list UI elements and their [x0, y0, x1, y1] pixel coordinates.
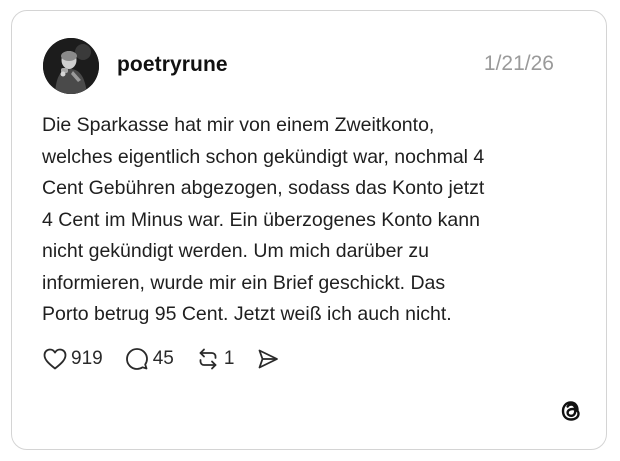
username[interactable]: poetryrune	[117, 53, 228, 77]
speech-bubble-icon	[125, 348, 148, 370]
reply-button[interactable]: 45	[125, 347, 174, 371]
like-button[interactable]: 919	[43, 348, 103, 370]
like-count: 919	[71, 348, 103, 369]
threads-logo-icon[interactable]	[556, 396, 586, 426]
action-bar: 919 45 1	[43, 345, 302, 373]
repost-arrows-icon	[199, 348, 217, 370]
reply-count: 45	[152, 348, 174, 369]
repost-button[interactable]: 1	[196, 347, 235, 371]
avatar-photo	[43, 38, 99, 94]
post-body: Die Sparkasse hat mir von einem Zweitkon…	[42, 114, 485, 325]
avatar[interactable]	[43, 38, 99, 94]
send-arrow-icon	[259, 349, 279, 369]
post-date: 1/21/26	[483, 52, 554, 75]
share-button[interactable]	[256, 347, 280, 371]
post-card: poetryrune 1/21/26 Die Sparkasse hat mir…	[11, 10, 607, 450]
repost-count: 1	[223, 348, 235, 369]
heart-icon	[43, 348, 67, 370]
